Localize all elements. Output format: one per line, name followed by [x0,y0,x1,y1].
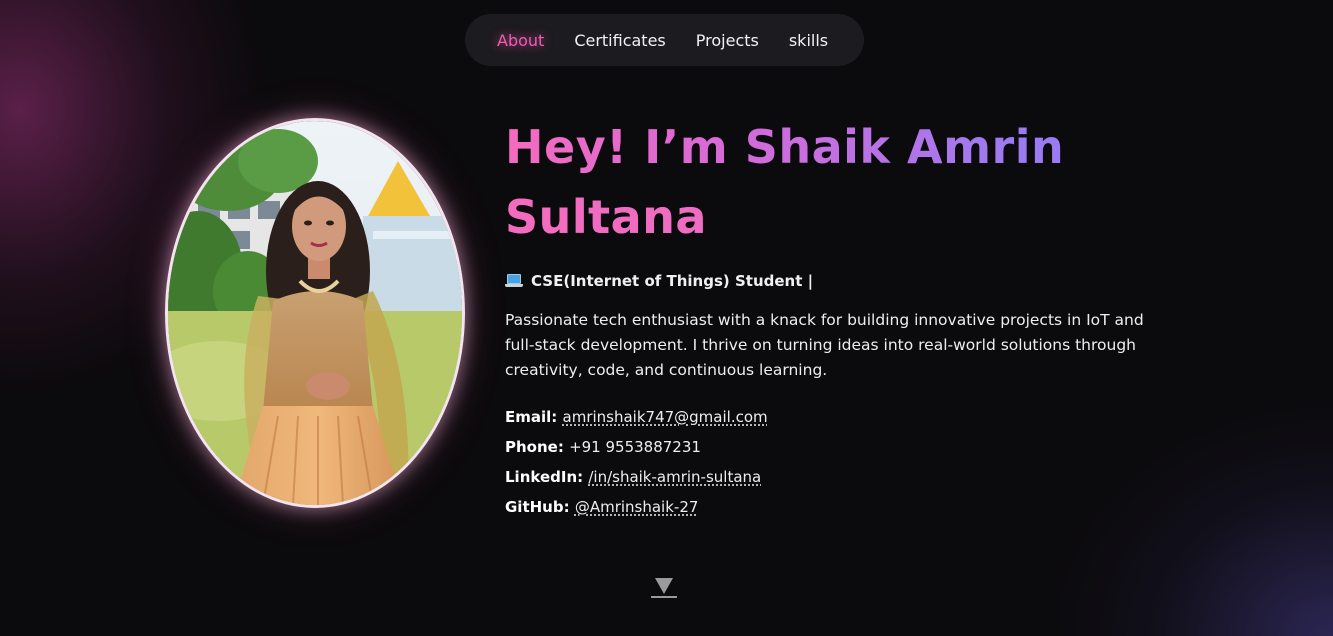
linkedin-label: LinkedIn: [505,468,589,486]
role-line: CSE(Internet of Things) Student | [505,272,1185,290]
phone-value: +91 9553887231 [569,438,701,456]
contact-list: Email: amrinshaik747@gmail.com Phone: +9… [505,402,1185,522]
profile-photo [165,118,465,508]
linkedin-link[interactable]: /in/shaik-amrin-sultana [588,468,761,486]
top-nav: About Certificates Projects skills [465,14,864,66]
headline-line-2: Sultana [505,182,1185,252]
email-link[interactable]: amrinshaik747@gmail.com [563,408,768,426]
headline-line-1: Hey! I’m Shaik Amrin [505,120,1065,174]
contact-github: GitHub: @Amrinshaik-27 [505,492,1185,522]
hero-content: Hey! I’m Shaik Amrin Sultana CSE(Interne… [505,112,1185,522]
contact-email: Email: amrinshaik747@gmail.com [505,402,1185,432]
profile-photo-illustration [168,121,462,505]
page: About Certificates Projects skills Hey! … [0,0,1333,636]
hero-headline: Hey! I’m Shaik Amrin Sultana [505,112,1185,252]
bio-paragraph: Passionate tech enthusiast with a knack … [505,311,1144,379]
role-text: CSE(Internet of Things) Student | [531,272,814,290]
nav-link-about[interactable]: About [497,31,544,50]
nav-link-certificates[interactable]: Certificates [574,31,665,50]
laptop-icon [505,274,523,288]
nav-link-projects[interactable]: Projects [696,31,759,50]
down-arrow-icon[interactable] [651,576,677,600]
nav-link-skills[interactable]: skills [789,31,828,50]
phone-label: Phone: [505,438,570,456]
contact-linkedin: LinkedIn: /in/shaik-amrin-sultana [505,462,1185,492]
email-label: Email: [505,408,563,426]
contact-phone: Phone: +91 9553887231 [505,432,1185,462]
github-link[interactable]: @Amrinshaik-27 [575,498,699,516]
github-label: GitHub: [505,498,575,516]
